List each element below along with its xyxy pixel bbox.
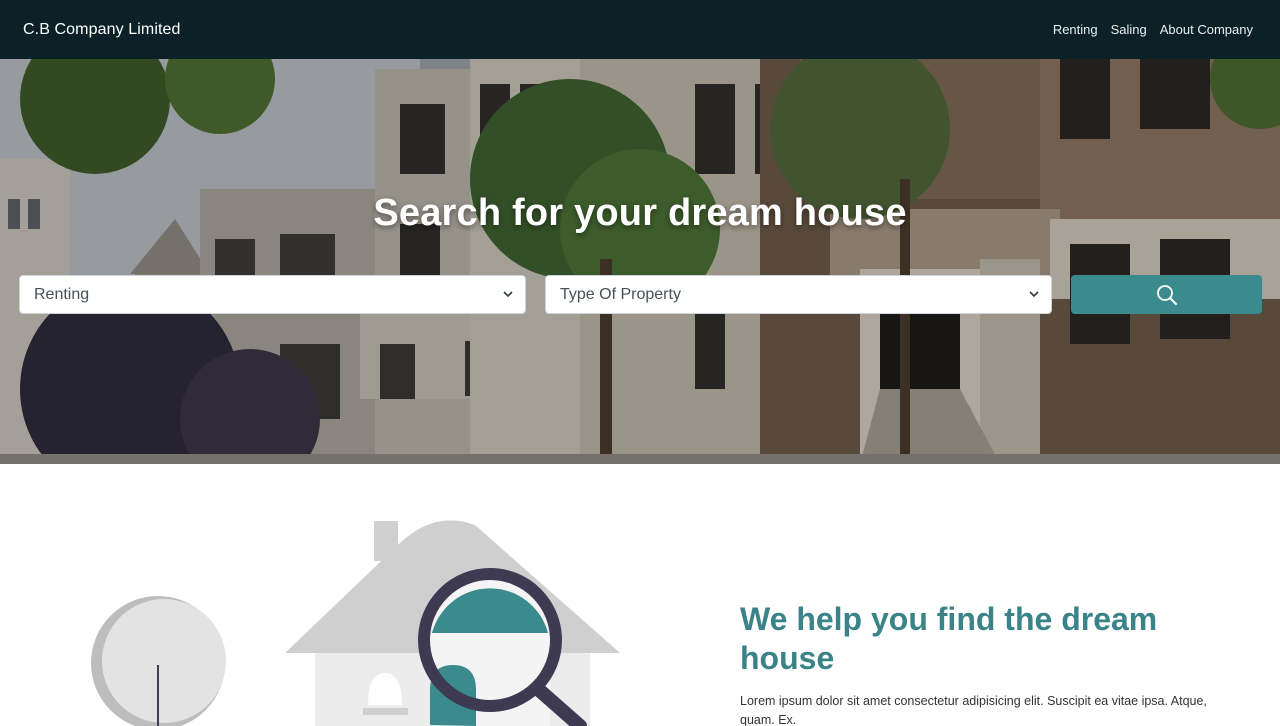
hero-section: Search for your dream house Renting Type… bbox=[0, 59, 1280, 464]
search-icon bbox=[1156, 284, 1177, 305]
nav-link-renting[interactable]: Renting bbox=[1053, 22, 1098, 37]
transaction-type-select[interactable]: Renting bbox=[19, 275, 526, 314]
hero-title: Search for your dream house bbox=[373, 192, 907, 234]
nav-links: Renting Saling About Company bbox=[1053, 22, 1253, 37]
search-button[interactable] bbox=[1071, 275, 1262, 314]
chevron-down-icon bbox=[503, 291, 513, 298]
property-type-select[interactable]: Type Of Property bbox=[545, 275, 1052, 314]
top-navbar: C.B Company Limited Renting Saling About… bbox=[0, 0, 1280, 59]
house-search-illustration bbox=[91, 520, 620, 726]
nav-link-about-company[interactable]: About Company bbox=[1160, 22, 1253, 37]
hero-overlay bbox=[0, 59, 1280, 464]
nav-link-saling[interactable]: Saling bbox=[1111, 22, 1147, 37]
transaction-type-value: Renting bbox=[34, 285, 90, 303]
feature-title: We help you find the dream house bbox=[740, 601, 1158, 676]
chevron-down-icon bbox=[1029, 291, 1039, 298]
feature-description: Lorem ipsum dolor sit amet consectetur a… bbox=[740, 694, 1207, 726]
brand-logo[interactable]: C.B Company Limited bbox=[23, 21, 181, 39]
property-type-value: Type Of Property bbox=[560, 285, 681, 303]
